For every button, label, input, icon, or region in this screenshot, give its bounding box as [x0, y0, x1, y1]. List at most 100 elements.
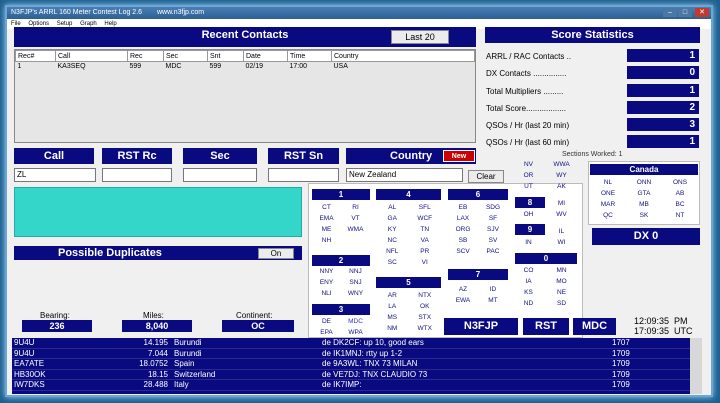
- section-sdg[interactable]: SDG: [478, 202, 508, 213]
- section-mo[interactable]: MO: [545, 276, 578, 287]
- section-epa[interactable]: EPA: [312, 327, 341, 338]
- section-stx[interactable]: STX: [409, 312, 442, 323]
- section-in[interactable]: IN: [512, 237, 545, 248]
- section-il[interactable]: IL: [545, 226, 578, 237]
- section-sb[interactable]: SB: [448, 235, 478, 246]
- section-org[interactable]: ORG: [448, 224, 478, 235]
- section-az[interactable]: AZ: [448, 284, 478, 295]
- last-20-button[interactable]: Last 20: [391, 30, 449, 44]
- section-ky[interactable]: KY: [376, 224, 409, 235]
- section-ne[interactable]: NE: [545, 287, 578, 298]
- section-sk[interactable]: SK: [626, 210, 662, 221]
- section-one[interactable]: ONE: [590, 188, 626, 199]
- section-wcf[interactable]: WCF: [409, 213, 442, 224]
- section-wi[interactable]: WI: [545, 237, 578, 248]
- sec-input[interactable]: [183, 168, 257, 182]
- section-mdc[interactable]: MDC: [341, 316, 370, 327]
- close-icon[interactable]: ✕: [695, 8, 709, 17]
- section-ga[interactable]: GA: [376, 213, 409, 224]
- table-row[interactable]: 1 KA3SEQ 599 MDC 599 02/19 17:00 USA: [16, 62, 475, 72]
- list-item[interactable]: EA7ATE 18.0752 Spain de 9A3WL: TNX 73 MI…: [12, 359, 702, 370]
- section-eny[interactable]: ENY: [312, 277, 341, 288]
- recent-contacts-table[interactable]: Rec# Call Rec Sec Snt Date Time Country …: [14, 49, 476, 143]
- section-mt[interactable]: MT: [478, 295, 508, 306]
- section-nt[interactable]: NT: [662, 210, 698, 221]
- section-al[interactable]: AL: [376, 202, 409, 213]
- section-nv[interactable]: NV: [512, 159, 545, 170]
- list-item[interactable]: 9U4U 14.195 Burundi de DK2CF: up 10, goo…: [12, 338, 702, 349]
- duplicates-toggle-button[interactable]: On: [258, 248, 294, 259]
- col-rec[interactable]: Rec: [127, 50, 164, 62]
- section-tn[interactable]: TN: [409, 224, 442, 235]
- section-me[interactable]: ME: [312, 224, 341, 235]
- spot-list-scrollbar[interactable]: [690, 338, 702, 394]
- section-sjv[interactable]: SJV: [478, 224, 508, 235]
- rst-rc-input[interactable]: [102, 168, 172, 182]
- section-sv[interactable]: SV: [478, 235, 508, 246]
- col-call[interactable]: Call: [55, 50, 128, 62]
- section-gta[interactable]: GTA: [626, 188, 662, 199]
- rst-sn-input[interactable]: [268, 168, 339, 182]
- list-item[interactable]: HB30OK 18.15 Switzerland de VE7DJ: TNX C…: [12, 370, 702, 380]
- section-sd[interactable]: SD: [545, 298, 578, 309]
- section-nl[interactable]: NL: [590, 177, 626, 188]
- section-ewa[interactable]: EWA: [448, 295, 478, 306]
- col-snt[interactable]: Snt: [207, 50, 244, 62]
- section-ut[interactable]: UT: [512, 181, 545, 192]
- section-wma[interactable]: WMA: [341, 224, 370, 235]
- section-or[interactable]: OR: [512, 170, 545, 181]
- section-wtx[interactable]: WTX: [409, 323, 442, 334]
- section-wy[interactable]: WY: [545, 170, 578, 181]
- section-nc[interactable]: NC: [376, 235, 409, 246]
- section-lax[interactable]: LAX: [448, 213, 478, 224]
- section-mi[interactable]: MI: [545, 198, 578, 209]
- clear-button[interactable]: Clear: [468, 170, 504, 183]
- call-input[interactable]: ZL: [14, 168, 96, 182]
- section-pac[interactable]: PAC: [478, 246, 508, 257]
- section-wny[interactable]: WNY: [341, 288, 370, 299]
- section-co[interactable]: CO: [512, 265, 545, 276]
- country-input[interactable]: New Zealand: [346, 168, 463, 182]
- section-la[interactable]: LA: [376, 301, 409, 312]
- section-nnj[interactable]: NNJ: [341, 266, 370, 277]
- section-nh[interactable]: NH: [312, 235, 341, 246]
- section-nd[interactable]: ND: [512, 298, 545, 309]
- section-nfl[interactable]: NFL: [376, 246, 409, 257]
- list-item[interactable]: 9U4U 7.044 Burundi de IK1MNJ: rtty up 1-…: [12, 349, 702, 359]
- section-pr[interactable]: PR: [409, 246, 442, 257]
- section-wpa[interactable]: WPA: [341, 327, 370, 338]
- section-scv[interactable]: SCV: [448, 246, 478, 257]
- list-item[interactable]: IW7DKS 28.488 Italy de IK7IMP: 1709: [12, 380, 702, 391]
- section-vi[interactable]: VI: [409, 257, 442, 268]
- section-ema[interactable]: EMA: [312, 213, 341, 224]
- section-bc[interactable]: BC: [662, 199, 698, 210]
- minimize-icon[interactable]: –: [663, 8, 677, 17]
- section-mb[interactable]: MB: [626, 199, 662, 210]
- section-ks[interactable]: KS: [512, 287, 545, 298]
- section-sf[interactable]: SF: [478, 213, 508, 224]
- section-id[interactable]: ID: [478, 284, 508, 295]
- section-eb[interactable]: EB: [448, 202, 478, 213]
- section-mn[interactable]: MN: [545, 265, 578, 276]
- section-nli[interactable]: NLI: [312, 288, 341, 299]
- section-ntx[interactable]: NTX: [409, 290, 442, 301]
- section-va[interactable]: VA: [409, 235, 442, 246]
- section-oh[interactable]: OH: [512, 209, 545, 220]
- section-ons[interactable]: ONS: [662, 177, 698, 188]
- section-mar[interactable]: MAR: [590, 199, 626, 210]
- col-country[interactable]: Country: [331, 50, 475, 62]
- col-sec[interactable]: Sec: [163, 50, 208, 62]
- section-ri[interactable]: RI: [341, 202, 370, 213]
- section-qc[interactable]: QC: [590, 210, 626, 221]
- section-ab[interactable]: AB: [662, 188, 698, 199]
- section-nny[interactable]: NNY: [312, 266, 341, 277]
- section-sc[interactable]: SC: [376, 257, 409, 268]
- section-snj[interactable]: SNJ: [341, 277, 370, 288]
- section-ms[interactable]: MS: [376, 312, 409, 323]
- section-ok[interactable]: OK: [409, 301, 442, 312]
- section-nm[interactable]: NM: [376, 323, 409, 334]
- section-ia[interactable]: IA: [512, 276, 545, 287]
- col-time[interactable]: Time: [287, 50, 332, 62]
- section-wwa[interactable]: WWA: [545, 159, 578, 170]
- section-wv[interactable]: WV: [545, 209, 578, 220]
